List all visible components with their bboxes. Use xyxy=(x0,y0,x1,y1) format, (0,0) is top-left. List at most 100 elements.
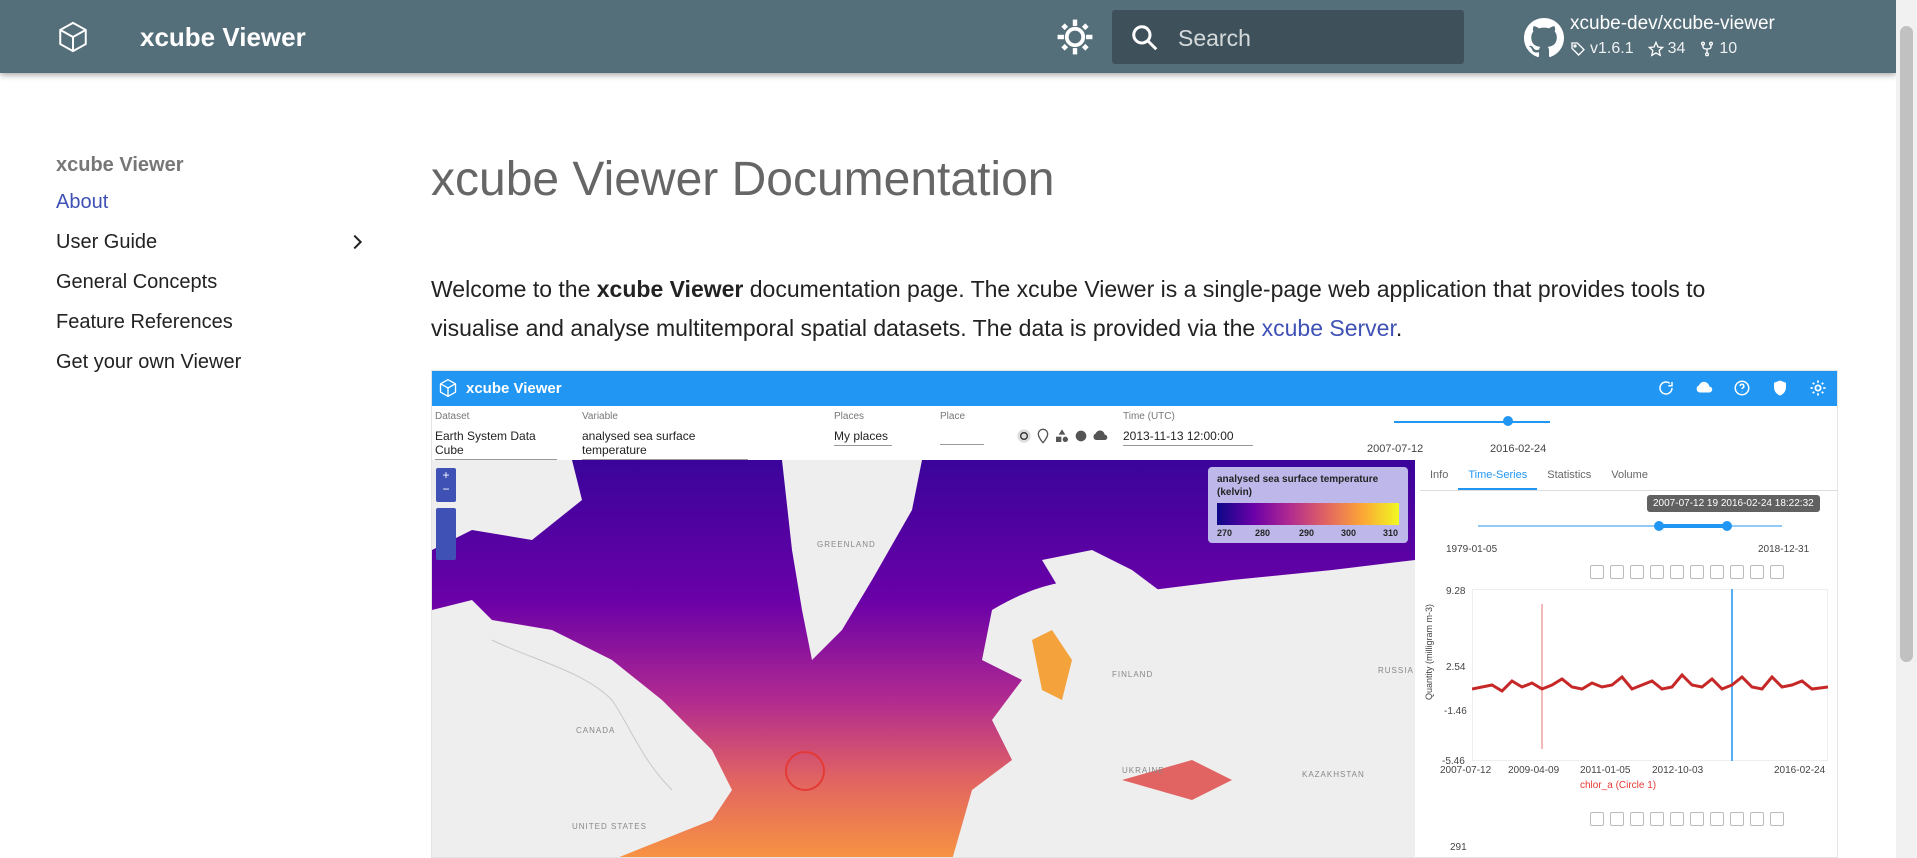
time-range-slider xyxy=(1394,421,1550,423)
x-tick: 2016-02-24 xyxy=(1774,765,1826,776)
intro-text-start: Welcome to the xyxy=(431,276,597,302)
map-label-greenland: GREENLAND xyxy=(817,540,876,549)
zoom-controls: + − xyxy=(436,468,456,502)
sidebar-item-about[interactable]: About xyxy=(56,189,376,229)
app-title: xcube Viewer xyxy=(466,380,562,397)
shield-icon xyxy=(1774,380,1786,396)
x-tick: 2009-04-09 xyxy=(1508,765,1560,776)
x-tick: 2011-01-05 xyxy=(1580,765,1631,776)
time-label: Time (UTC) xyxy=(1123,411,1175,422)
github-icon xyxy=(1524,18,1564,58)
search-box[interactable]: Search xyxy=(1112,10,1464,64)
sidebar-item-general-concepts[interactable]: General Concepts xyxy=(56,269,376,309)
repo-facts: v1.6.1 34 10 xyxy=(1570,40,1737,58)
tab-volume: Volume xyxy=(1611,469,1648,481)
repo-version: v1.6.1 xyxy=(1570,40,1634,58)
repo-forks-text: 10 xyxy=(1719,40,1738,57)
page-title: xcube Viewer Documentation xyxy=(431,153,1055,206)
app-bar: xcube Viewer xyxy=(432,371,1837,406)
legend-gradient xyxy=(1217,503,1399,525)
page-scrollbar[interactable] xyxy=(1896,0,1917,858)
map-label-kazakhstan: KAZAKHSTAN xyxy=(1302,770,1365,779)
repo-version-text: v1.6.1 xyxy=(1590,40,1634,57)
sidebar-item-feature-references[interactable]: Feature References xyxy=(56,309,376,349)
star-icon xyxy=(1647,41,1664,57)
tab-statistics: Statistics xyxy=(1547,469,1592,481)
range-start-label: 2007-07-12 xyxy=(1367,443,1424,455)
sidebar-item-user-guide[interactable]: User Guide xyxy=(56,229,376,269)
series-legend: chlor_a (Circle 1) xyxy=(1580,780,1657,791)
side-panel: Info Time-Series Statistics Volume 2007-… xyxy=(1420,460,1837,857)
theme-toggle-icon[interactable] xyxy=(1056,18,1094,56)
chevron-right-icon[interactable] xyxy=(346,231,368,253)
panel-slider xyxy=(1478,525,1782,527)
plot-ylabel: Quantity (milligram m-3) xyxy=(1424,603,1434,700)
y-tick: 2.54 xyxy=(1446,662,1466,673)
layer-controls xyxy=(436,508,456,560)
repo-link[interactable]: xcube-dev/xcube-viewer v1.6.1 34 10 xyxy=(1518,10,1878,66)
range-end-label: 2016-02-24 xyxy=(1490,443,1547,455)
time-series-plot xyxy=(1472,589,1828,761)
legend-title: analysed sea surface temperature (kelvin… xyxy=(1217,474,1379,498)
sidebar-item-get-your-own-viewer[interactable]: Get your own Viewer xyxy=(56,349,376,389)
legend-tick: 310 xyxy=(1383,528,1399,538)
xcube-server-link[interactable]: xcube Server xyxy=(1262,315,1396,341)
tab-info: Info xyxy=(1430,469,1449,481)
colorbar-legend: analysed sea surface temperature (kelvin… xyxy=(1208,467,1408,543)
viewer-screenshot: xcube Viewer Dataset Earth System Data C… xyxy=(431,370,1838,858)
dataset-select: Earth System Data Cube xyxy=(435,429,557,460)
range-tooltip: 2007-07-12 19 2016-02-24 18:22:32 xyxy=(1647,495,1820,512)
panel-slider-end: 2018-12-31 xyxy=(1758,544,1810,555)
tab-time-series: Time-Series xyxy=(1458,465,1538,490)
map-label-united-states: UNITED STATES xyxy=(572,822,647,831)
gear-icon xyxy=(1810,380,1826,396)
legend-tick: 290 xyxy=(1299,528,1315,538)
dataset-label: Dataset xyxy=(435,411,470,422)
cube-logo-icon xyxy=(439,378,457,398)
x-tick: 2012-10-03 xyxy=(1652,765,1704,776)
plot-toolbar-2 xyxy=(1590,812,1784,826)
sidebar-item-label: User Guide xyxy=(56,231,158,253)
map-label-ukraine: UKRAINE xyxy=(1122,766,1165,775)
site-header: xcube Viewer Search xcube-dev/xcube-view… xyxy=(0,0,1896,73)
place-select xyxy=(940,429,984,445)
app-bar-icons xyxy=(1657,379,1827,397)
plot-toolbar xyxy=(1590,565,1784,579)
variable-label: Variable xyxy=(582,411,618,422)
intro-bold: xcube Viewer xyxy=(596,276,744,302)
fork-icon xyxy=(1701,41,1714,57)
help-icon xyxy=(1734,380,1750,396)
cube-logo-icon[interactable] xyxy=(56,20,90,54)
shapes-tool-icon xyxy=(1056,429,1068,442)
search-input[interactable]: Search xyxy=(1178,25,1251,52)
site-title[interactable]: xcube Viewer xyxy=(140,22,306,53)
map-label-russia: RUSSIA xyxy=(1378,666,1414,675)
panel-slider-handle xyxy=(1654,521,1664,531)
repo-stars-text: 34 xyxy=(1667,40,1686,57)
place-label: Place xyxy=(940,411,966,422)
sidebar-nav: xcube Viewer About User Guide General Co… xyxy=(56,154,376,389)
y-tick: -1.46 xyxy=(1444,706,1467,717)
select-tool-icon xyxy=(1017,429,1031,443)
refresh-icon xyxy=(1659,381,1673,395)
intro-paragraph: Welcome to the xcube Viewer documentatio… xyxy=(431,270,1761,348)
plot2-y-top: 291 xyxy=(1450,842,1467,853)
scrollbar-thumb[interactable] xyxy=(1900,26,1913,662)
search-icon xyxy=(1132,25,1158,51)
panel-slider-start: 1979-01-05 xyxy=(1446,544,1498,555)
circle-tool-icon xyxy=(1075,430,1087,442)
panel-tabs: Info Time-Series Statistics Volume xyxy=(1420,465,1837,491)
map-label-canada: CANADA xyxy=(576,726,616,735)
panel-slider-range xyxy=(1659,524,1727,528)
map-view: GREENLAND FINLAND RUSSIA CANADA KAZAKHST… xyxy=(432,460,1415,857)
map-label-finland: FINLAND xyxy=(1112,670,1154,679)
panel-slider-handle xyxy=(1722,521,1732,531)
repo-forks: 10 xyxy=(1699,40,1737,58)
legend-tick: 270 xyxy=(1217,528,1233,538)
point-tool-icon xyxy=(1037,428,1049,444)
intro-text-end: . xyxy=(1395,315,1403,341)
sidebar-title: xcube Viewer xyxy=(56,154,184,176)
slider-handle xyxy=(1503,416,1513,426)
legend-tick: 300 xyxy=(1341,528,1357,538)
places-select: My places xyxy=(834,429,892,446)
